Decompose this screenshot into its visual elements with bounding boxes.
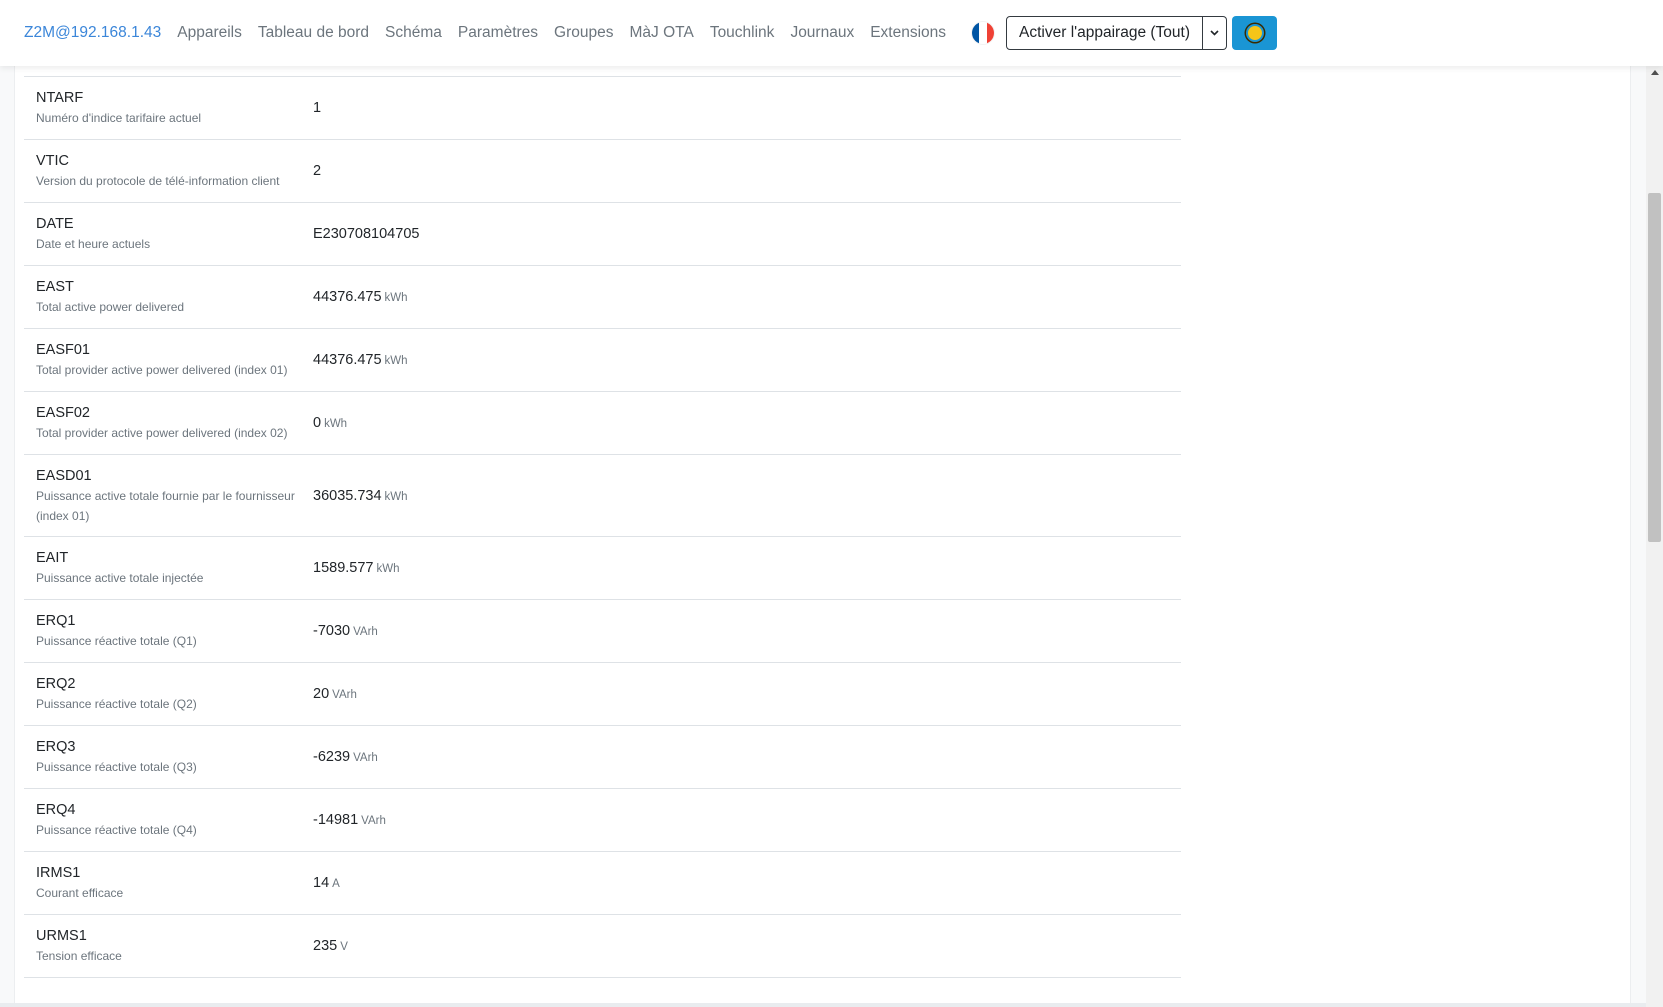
property-value: -7030 VArh xyxy=(313,623,378,639)
property-name: EASD01 xyxy=(36,467,92,484)
nav-appareils[interactable]: Appareils xyxy=(177,24,242,42)
nav-parametres[interactable]: Paramètres xyxy=(458,24,538,42)
nav-groupes[interactable]: Groupes xyxy=(554,24,613,42)
table-row: NTARF Numéro d'indice tarifaire actuel 1 xyxy=(24,77,1181,140)
property-name: EAIT xyxy=(36,550,69,566)
property-name: URMS1 xyxy=(36,928,87,944)
nav-extensions[interactable]: Extensions xyxy=(870,24,946,42)
table-row: ERQ1 Puissance réactive totale (Q1) -703… xyxy=(24,600,1181,663)
property-unit: VArh xyxy=(332,689,357,701)
property-value: 1589.577 kWh xyxy=(313,560,400,576)
property-value: 235 V xyxy=(313,938,348,954)
table-row: URMS1 Tension efficace 235 V xyxy=(24,915,1181,978)
property-unit: kWh xyxy=(384,292,408,304)
table-row: EASF01 Total provider active power deliv… xyxy=(24,329,1181,392)
property-description: Total provider active power delivered (i… xyxy=(36,426,288,440)
nav-maj-ota[interactable]: MàJ OTA xyxy=(630,24,694,42)
property-unit: VArh xyxy=(353,752,378,764)
property-description: Numéro d'indice tarifaire actuel xyxy=(36,111,202,125)
property-value: -14981 VArh xyxy=(313,812,386,828)
property-description: Version du protocole de télé-information… xyxy=(36,174,280,188)
chevron-down-icon[interactable] xyxy=(1203,16,1227,50)
vertical-scrollbar[interactable] xyxy=(1646,66,1663,1007)
property-description: Total active power delivered xyxy=(36,300,185,314)
table-row: ERQ4 Puissance réactive totale (Q4) -149… xyxy=(24,789,1181,852)
content-card: NTARF Numéro d'indice tarifaire actuel 1… xyxy=(14,0,1631,1007)
permit-join-button[interactable]: Activer l'appairage (Tout) xyxy=(1006,16,1203,50)
property-name: VTIC xyxy=(36,153,70,169)
property-value: 1 xyxy=(313,100,322,116)
table-row: EASD01 Puissance active totale fournie p… xyxy=(24,455,1181,537)
property-name: ERQ4 xyxy=(36,802,76,818)
property-description: Puissance active totale fournie par le f… xyxy=(36,488,295,523)
property-name: NTARF xyxy=(36,90,84,106)
table-row: IRMS1 Courant efficace 14 A xyxy=(24,852,1181,915)
property-unit: A xyxy=(332,878,340,890)
property-value: 20 VArh xyxy=(313,686,357,702)
scroll-up-icon[interactable] xyxy=(1651,70,1659,75)
property-unit: kWh xyxy=(376,563,400,575)
property-unit: kWh xyxy=(384,490,408,503)
table-row: EASF02 Total provider active power deliv… xyxy=(24,392,1181,455)
top-navbar: Z2M@192.168.1.43 Appareils Tableau de bo… xyxy=(0,0,1663,66)
nav-tableau-de-bord[interactable]: Tableau de bord xyxy=(258,24,369,42)
property-value: 2 xyxy=(313,163,322,179)
property-name: ERQ1 xyxy=(36,613,76,629)
property-description: Puissance réactive totale (Q3) xyxy=(36,760,197,774)
french-flag-icon[interactable] xyxy=(972,22,995,44)
property-value: -6239 VArh xyxy=(313,749,378,765)
theme-toggle-button[interactable] xyxy=(1232,16,1277,50)
property-value: 44376.475 kWh xyxy=(313,352,408,368)
table-row: ERQ3 Puissance réactive totale (Q3) -623… xyxy=(24,726,1181,789)
property-description: Courant efficace xyxy=(36,886,124,900)
property-name: EAST xyxy=(36,279,74,295)
property-value: 44376.475 kWh xyxy=(313,289,408,305)
property-value: E230708104705 xyxy=(313,226,420,242)
property-description: Puissance réactive totale (Q4) xyxy=(36,823,197,837)
nav-journaux[interactable]: Journaux xyxy=(790,24,854,42)
property-unit: VArh xyxy=(353,626,378,638)
property-unit: kWh xyxy=(384,355,408,367)
table-row: VTIC Version du protocole de télé-inform… xyxy=(24,140,1181,203)
property-name: ERQ3 xyxy=(36,739,76,755)
horizontal-scrollbar[interactable] xyxy=(0,1003,1646,1007)
property-name: EASF01 xyxy=(36,342,90,358)
table-row: DATE Date et heure actuels E230708104705 xyxy=(24,203,1181,266)
brand-link[interactable]: Z2M@192.168.1.43 xyxy=(24,24,161,42)
property-value: 36035.734 kWh xyxy=(313,487,408,504)
property-name: IRMS1 xyxy=(36,865,81,881)
table-row: ERQ2 Puissance réactive totale (Q2) 20 VA… xyxy=(24,663,1181,726)
property-value: 0 kWh xyxy=(313,415,348,431)
table-row: EAIT Puissance active totale injectée 15… xyxy=(24,537,1181,600)
property-description: Puissance réactive totale (Q1) xyxy=(36,634,197,648)
nav-touchlink[interactable]: Touchlink xyxy=(710,24,775,42)
property-description: Puissance active totale injectée xyxy=(36,571,204,585)
property-unit: V xyxy=(340,941,348,953)
permit-join-group: Activer l'appairage (Tout) xyxy=(1006,16,1227,50)
property-unit: VArh xyxy=(361,815,386,827)
nav-schema[interactable]: Schéma xyxy=(385,24,442,42)
scroll-thumb[interactable] xyxy=(1648,193,1661,542)
table-row: EAST Total active power delivered 44376.… xyxy=(24,266,1181,329)
exposes-table: NTARF Numéro d'indice tarifaire actuel 1… xyxy=(24,76,1181,1007)
sun-icon xyxy=(1247,26,1262,40)
property-description: Tension efficace xyxy=(36,949,122,963)
property-description: Total provider active power delivered (i… xyxy=(36,363,288,377)
property-value: 14 A xyxy=(313,875,340,891)
property-unit: kWh xyxy=(324,418,348,430)
property-name: EASF02 xyxy=(36,405,90,421)
property-name: ERQ2 xyxy=(36,676,76,692)
property-name: DATE xyxy=(36,216,74,232)
property-description: Date et heure actuels xyxy=(36,237,151,251)
property-description: Puissance réactive totale (Q2) xyxy=(36,697,197,711)
